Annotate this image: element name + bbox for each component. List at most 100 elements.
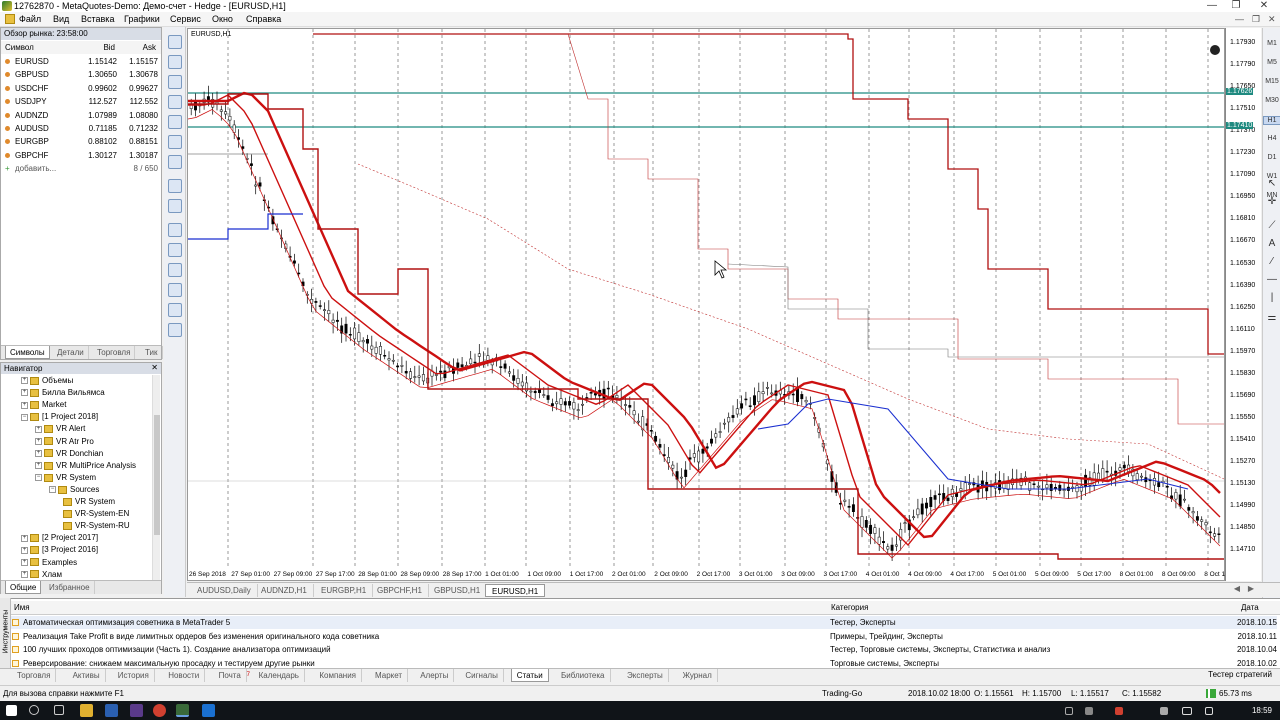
- bar-chart-icon[interactable]: [168, 179, 182, 193]
- mdi-close-button[interactable]: ✕: [1268, 14, 1276, 25]
- tab-favorites[interactable]: Избранное: [45, 581, 95, 594]
- timeframe-m30[interactable]: M30: [1263, 97, 1280, 104]
- expand-icon[interactable]: −: [21, 413, 28, 421]
- crosshair-icon[interactable]: ✛: [1263, 196, 1280, 207]
- toolbox-tab[interactable]: Статьи: [510, 669, 549, 682]
- tab-ticks[interactable]: Тик: [141, 346, 163, 359]
- toolbox-tab[interactable]: Торговля: [12, 669, 57, 682]
- navigator-item[interactable]: + Билла Вильямса: [21, 387, 105, 399]
- navigator-item[interactable]: − Sources: [49, 484, 99, 496]
- toolbox-tab[interactable]: Календарь: [254, 669, 305, 682]
- navigator-item[interactable]: + [2 Project 2017]: [21, 532, 98, 544]
- col-bid[interactable]: Bid: [103, 41, 115, 54]
- timeframe-m1[interactable]: M1: [1263, 40, 1280, 47]
- add-symbol-row[interactable]: + добавить... 8 / 650: [1, 162, 161, 175]
- col-name[interactable]: Имя: [11, 601, 829, 615]
- price-axis[interactable]: 1.17930 1.17790 1.17650 1.17510 1.17370 1.172…: [1225, 28, 1261, 581]
- navigator-item[interactable]: VR-System-RU: [63, 520, 130, 532]
- menu-file[interactable]: Файл: [19, 14, 41, 24]
- tabs-scroll-right-icon[interactable]: ▶: [1248, 584, 1254, 593]
- menu-charts[interactable]: Графики: [124, 14, 160, 24]
- tray-icon-3[interactable]: [1115, 707, 1123, 715]
- toolbox-tab[interactable]: Эксперты: [622, 669, 669, 682]
- toolbox-tab[interactable]: Активы: [68, 669, 106, 682]
- navigator-item[interactable]: − [1 Project 2018]: [21, 411, 98, 423]
- col-ask[interactable]: Ask: [143, 41, 156, 54]
- menu-help[interactable]: Справка: [246, 14, 281, 24]
- autoscroll-icon[interactable]: [168, 303, 182, 317]
- mdi-restore-button[interactable]: ❐: [1252, 14, 1260, 25]
- zoom-out-icon[interactable]: [168, 283, 182, 297]
- connection-icon[interactable]: [1206, 689, 1216, 698]
- chrome-icon[interactable]: [153, 704, 166, 717]
- volume-icon[interactable]: [1205, 707, 1213, 715]
- menu-tools[interactable]: Сервис: [170, 14, 201, 24]
- chart-tab[interactable]: AUDNZD,H1: [255, 584, 314, 597]
- navigator-item[interactable]: + VR Alert: [35, 423, 85, 435]
- expand-icon[interactable]: +: [35, 462, 42, 470]
- expand-icon[interactable]: +: [21, 401, 28, 409]
- expand-icon[interactable]: +: [21, 570, 28, 578]
- close-button[interactable]: ✕: [1252, 0, 1276, 12]
- article-row[interactable]: Реализация Take Profit в виде лимитных о…: [11, 630, 1277, 643]
- market-watch-row[interactable]: EURUSD 1.15142 1.15157: [1, 55, 161, 68]
- tray-icon-1[interactable]: [1065, 707, 1073, 715]
- chart-tab[interactable]: EURUSD,H1: [485, 584, 546, 597]
- chart-tab[interactable]: AUDUSD,Daily: [191, 584, 258, 597]
- timeframe-h4[interactable]: H4: [1263, 135, 1280, 142]
- toolbox-tab[interactable]: Компания: [314, 669, 362, 682]
- expand-icon[interactable]: +: [21, 389, 28, 397]
- tabs-scroll-left-icon[interactable]: ◀: [1234, 584, 1240, 593]
- market-watch-row[interactable]: EURGBP 0.88102 0.88151: [1, 135, 161, 148]
- tab-symbols[interactable]: Символы: [5, 346, 50, 359]
- task-view-icon[interactable]: [54, 705, 64, 715]
- grid-icon[interactable]: [168, 243, 182, 257]
- expand-icon[interactable]: −: [49, 486, 56, 494]
- expand-icon[interactable]: +: [35, 449, 42, 457]
- toolbox-tab[interactable]: Библиотека: [556, 669, 611, 682]
- minimize-button[interactable]: —: [1200, 0, 1224, 12]
- expand-icon[interactable]: +: [21, 546, 28, 554]
- timeframe-m5[interactable]: M5: [1263, 59, 1280, 66]
- navigator-item[interactable]: VR System: [63, 496, 115, 508]
- chart-tab[interactable]: GBPCHF,H1: [371, 584, 429, 597]
- expand-icon[interactable]: +: [21, 377, 28, 385]
- toolbox-tab[interactable]: Сигналы: [460, 669, 504, 682]
- article-row[interactable]: 100 лучших проходов оптимизации (Часть 1…: [11, 643, 1277, 656]
- candlestick-icon[interactable]: [168, 199, 182, 213]
- vertical-line-icon[interactable]: |: [1263, 292, 1280, 303]
- explorer-icon[interactable]: [80, 704, 93, 717]
- col-symbol[interactable]: Символ: [5, 41, 34, 54]
- market-watch-icon[interactable]: [168, 75, 182, 89]
- navigator-item[interactable]: VR-System-EN: [63, 508, 129, 520]
- toolbox-tab[interactable]: Журнал: [678, 669, 718, 682]
- expand-icon[interactable]: −: [35, 474, 42, 482]
- metatrader-icon[interactable]: [176, 704, 189, 717]
- col-category[interactable]: Категория: [829, 601, 1229, 615]
- zoom-in-icon[interactable]: [168, 263, 182, 277]
- search-icon[interactable]: [29, 705, 39, 715]
- navigator-scroll-thumb[interactable]: [154, 415, 160, 535]
- tray-icon-4[interactable]: [1160, 707, 1168, 715]
- strategy-tester-tab[interactable]: Тестер стратегий: [1208, 670, 1272, 679]
- navigator-scrollbar[interactable]: [152, 375, 160, 581]
- timeframe-h1[interactable]: H1: [1263, 116, 1280, 125]
- navigator-item[interactable]: + [3 Project 2016]: [21, 544, 98, 556]
- network-icon[interactable]: [1182, 707, 1192, 715]
- line-chart-icon[interactable]: [168, 223, 182, 237]
- toolbox-tab[interactable]: История: [113, 669, 155, 682]
- start-icon[interactable]: [6, 705, 17, 716]
- market-watch-row[interactable]: AUDUSD 0.71185 0.71232: [1, 122, 161, 135]
- app-menu-icon[interactable]: [5, 14, 15, 24]
- expand-icon[interactable]: +: [21, 534, 28, 542]
- navigator-item[interactable]: + Examples: [21, 557, 77, 569]
- navigator-item[interactable]: + VR MultiPrice Analysis: [35, 460, 136, 472]
- text-icon[interactable]: A: [1263, 238, 1280, 249]
- market-watch-row[interactable]: GBPCHF 1.30127 1.30187: [1, 149, 161, 162]
- menu-window[interactable]: Окно: [212, 14, 233, 24]
- chart-tab[interactable]: GBPUSD,H1: [428, 584, 488, 597]
- cursor-icon[interactable]: ↖: [1263, 178, 1280, 189]
- navigator-item[interactable]: + VR Atr Pro: [35, 436, 94, 448]
- tray-icon-2[interactable]: [1085, 707, 1093, 715]
- navigator-icon[interactable]: [168, 115, 182, 129]
